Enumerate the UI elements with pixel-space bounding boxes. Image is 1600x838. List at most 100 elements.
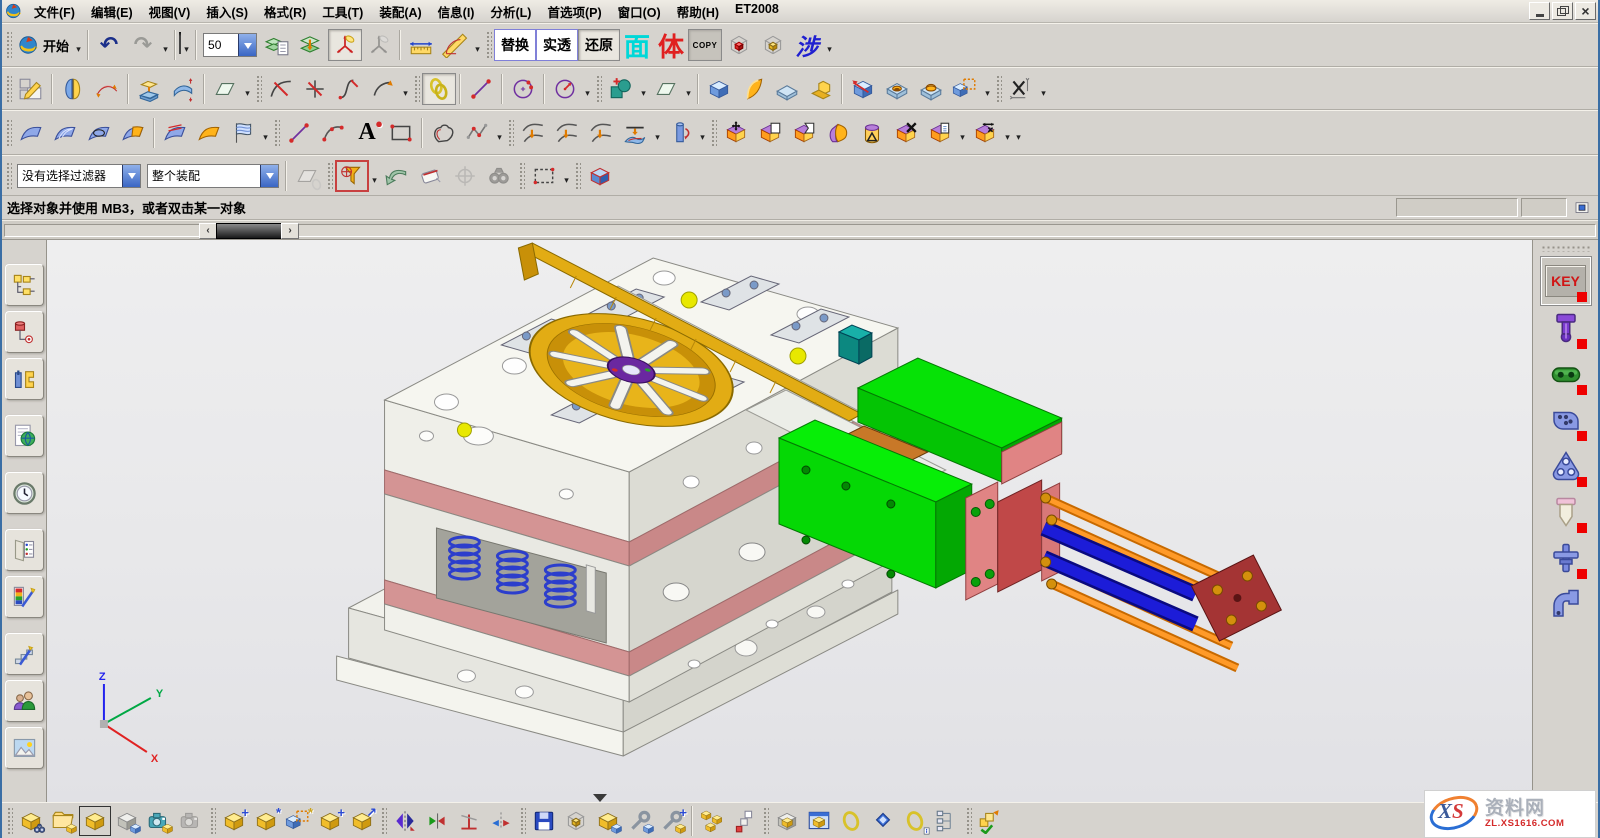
toolbar-grip[interactable] — [273, 118, 280, 148]
toolbar-grip[interactable] — [5, 161, 12, 191]
fillet-curve-button[interactable] — [332, 73, 366, 105]
scroll-right-arrow[interactable]: › — [281, 223, 299, 239]
maximize-view-button[interactable] — [1570, 198, 1594, 218]
wrap-caret[interactable]: ▾ — [697, 117, 708, 149]
circle-radius-button[interactable] — [548, 73, 582, 105]
system-materials-tab[interactable] — [5, 529, 44, 571]
snap-caret[interactable]: ▾ — [369, 160, 380, 192]
palette-bracket-item[interactable] — [1542, 397, 1590, 443]
profile-caret[interactable]: ▾ — [494, 117, 505, 149]
layer-settings-button[interactable] — [260, 29, 294, 61]
product-outline-button[interactable] — [560, 806, 592, 836]
part-navigator-tab[interactable] — [5, 358, 44, 400]
circle-caret[interactable]: ▾ — [582, 73, 593, 105]
offset-surface-button[interactable] — [158, 117, 192, 149]
erase-highlight-button[interactable] — [414, 160, 448, 192]
palette-plate-item[interactable] — [1542, 443, 1590, 489]
wave-window-button[interactable] — [803, 806, 835, 836]
wrap-geometry-button[interactable] — [663, 117, 697, 149]
undo-button[interactable]: ↶ — [92, 29, 126, 61]
menu-view[interactable]: 视图(V) — [141, 1, 199, 22]
hide-component-button[interactable] — [111, 806, 143, 836]
offset-region-button[interactable] — [855, 117, 889, 149]
selection-scope-combo[interactable]: 整个装配 — [147, 164, 279, 188]
xform-surface-button[interactable] — [90, 73, 124, 105]
graphics-window[interactable]: Z Y X — [47, 240, 1532, 802]
toolbar-grip[interactable] — [995, 74, 1002, 104]
relations-browser-button[interactable] — [899, 806, 931, 836]
toolbar-grip[interactable] — [965, 806, 972, 836]
interpart-link-button[interactable] — [835, 806, 867, 836]
redo-button[interactable]: ↷ — [126, 29, 160, 61]
pull-face-button[interactable] — [753, 117, 787, 149]
toolbar-grip[interactable] — [762, 806, 769, 836]
visual-effects-tab[interactable] — [5, 633, 44, 675]
toolbar-grip[interactable] — [255, 74, 262, 104]
replace-component-button[interactable] — [592, 806, 624, 836]
layer-in-view-button[interactable] — [294, 29, 328, 61]
mirror-assembly-button[interactable] — [389, 806, 421, 836]
orient-view-button[interactable] — [583, 160, 617, 192]
datum-caret[interactable]: ▾ — [683, 73, 694, 105]
profile-button[interactable] — [426, 117, 460, 149]
trim-sheet-button[interactable] — [516, 117, 550, 149]
piston-rods[interactable] — [1044, 528, 1196, 624]
snap-point-button[interactable] — [335, 160, 369, 192]
red-cube-display-button[interactable] — [722, 29, 756, 61]
plane-caret[interactable]: ▾ — [242, 73, 253, 105]
sequence-button[interactable] — [974, 806, 1006, 836]
toolbar-grip[interactable] — [209, 806, 216, 836]
copy-component-button[interactable]: + — [314, 806, 346, 836]
constraint-navigator-tab[interactable] — [5, 311, 44, 353]
back-button[interactable] — [380, 160, 414, 192]
move-face-button[interactable] — [719, 117, 753, 149]
teal-block[interactable] — [839, 325, 872, 364]
through-curves-button[interactable] — [48, 117, 82, 149]
sweep-button[interactable] — [804, 73, 838, 105]
boss-button[interactable] — [914, 73, 948, 105]
interference-button[interactable]: 涉 — [790, 29, 824, 61]
roles-tab[interactable] — [5, 680, 44, 722]
ruled-surface-button[interactable] — [14, 117, 48, 149]
add-component-button[interactable]: + — [218, 806, 250, 836]
show-face-button[interactable]: 面 — [620, 29, 654, 61]
explode-button[interactable] — [696, 806, 728, 836]
line-button[interactable] — [464, 73, 498, 105]
start-menu-button[interactable]: 开始 — [14, 29, 73, 61]
divide-face-button[interactable] — [550, 117, 584, 149]
point-button[interactable] — [604, 73, 638, 105]
toolbar-grip[interactable] — [1541, 245, 1591, 252]
product-interface-button[interactable] — [867, 806, 899, 836]
toolbar-grip[interactable] — [5, 118, 12, 148]
extrude-button[interactable] — [702, 73, 736, 105]
circle-button[interactable] — [506, 73, 540, 105]
split-body-button[interactable] — [56, 73, 90, 105]
marquee-style-button[interactable] — [527, 160, 561, 192]
revolve-button[interactable] — [736, 73, 770, 105]
delete-face-button[interactable] — [889, 117, 923, 149]
flag-surface-button[interactable] — [226, 117, 260, 149]
new-component-button[interactable]: * — [250, 806, 282, 836]
align-component-button[interactable] — [421, 806, 453, 836]
toolbar-grip[interactable] — [6, 806, 13, 836]
palette-elbow-item[interactable] — [1542, 581, 1590, 627]
visualization-tab[interactable] — [5, 576, 44, 618]
pattern-feature-button[interactable] — [948, 73, 982, 105]
replace-display-button[interactable]: 替换 — [494, 29, 536, 61]
datum-plane-offset-button[interactable] — [132, 73, 166, 105]
hole-button[interactable] — [880, 73, 914, 105]
menu-help[interactable]: 帮助(H) — [669, 1, 727, 22]
save-button[interactable] — [528, 806, 560, 836]
toolbar-grip[interactable] — [5, 30, 12, 60]
open-component-button[interactable] — [47, 806, 79, 836]
measure-distance-button[interactable] — [404, 29, 438, 61]
selection-filter-combo-dropdown[interactable] — [122, 165, 140, 187]
display-caret[interactable]: ▾ — [824, 29, 835, 61]
menu-et2008[interactable]: ET2008 — [727, 1, 787, 22]
mate-component-button[interactable] — [485, 806, 517, 836]
replace-face-button[interactable] — [787, 117, 821, 149]
blend-face-button[interactable] — [821, 117, 855, 149]
restore-button[interactable] — [1552, 2, 1573, 20]
menu-assemblies[interactable]: 装配(A) — [371, 1, 429, 22]
history-tab[interactable] — [5, 472, 44, 514]
